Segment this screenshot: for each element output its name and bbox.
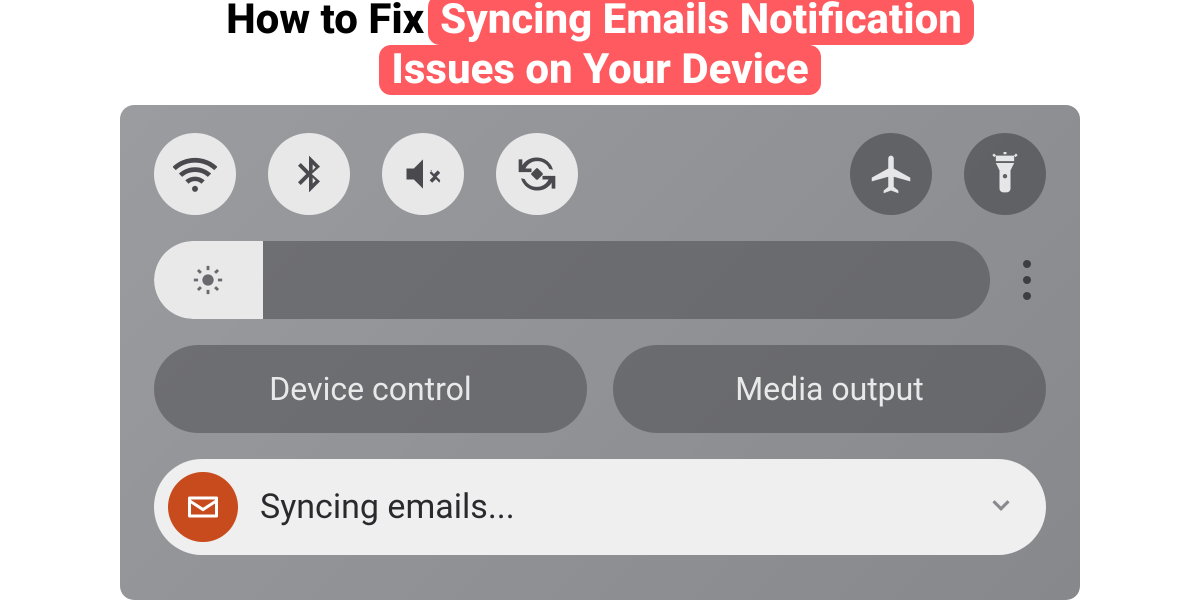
pill-row: Device control Media output [154, 345, 1046, 433]
mail-app-icon [168, 472, 238, 542]
title-highlight-2: Issues on Your Device [379, 45, 820, 95]
media-output-button[interactable]: Media output [613, 345, 1046, 433]
more-options-button[interactable] [1008, 241, 1046, 319]
wifi-toggle[interactable] [154, 133, 236, 215]
airplane-toggle[interactable] [850, 133, 932, 215]
title-highlight-1: Syncing Emails Notification [428, 0, 974, 45]
toggle-row [154, 133, 1046, 215]
rotate-toggle[interactable] [496, 133, 578, 215]
chevron-down-icon [986, 490, 1016, 520]
device-control-button[interactable]: Device control [154, 345, 587, 433]
bluetooth-icon [287, 152, 331, 196]
kebab-dot-icon [1023, 276, 1031, 284]
brightness-slider[interactable] [154, 241, 990, 319]
mute-toggle[interactable] [382, 133, 464, 215]
notification-text: Syncing emails... [260, 487, 964, 527]
rotate-icon [515, 152, 559, 196]
flashlight-icon [983, 152, 1027, 196]
brightness-fill [154, 241, 263, 319]
wifi-icon [173, 152, 217, 196]
mail-icon [185, 489, 221, 525]
quick-settings-panel: Device control Media output Syncing emai… [120, 105, 1080, 600]
title-prefix: How to Fix [226, 0, 424, 43]
expand-chevron[interactable] [986, 490, 1016, 524]
flashlight-toggle[interactable] [964, 133, 1046, 215]
brightness-row [154, 241, 1046, 319]
kebab-dot-icon [1023, 292, 1031, 300]
sync-emails-notification[interactable]: Syncing emails... [154, 459, 1046, 555]
airplane-icon [869, 152, 913, 196]
kebab-dot-icon [1023, 260, 1031, 268]
bluetooth-toggle[interactable] [268, 133, 350, 215]
mute-icon [401, 152, 445, 196]
page-title: How to Fix Syncing Emails Notification I… [226, 0, 974, 95]
brightness-icon [191, 263, 225, 297]
